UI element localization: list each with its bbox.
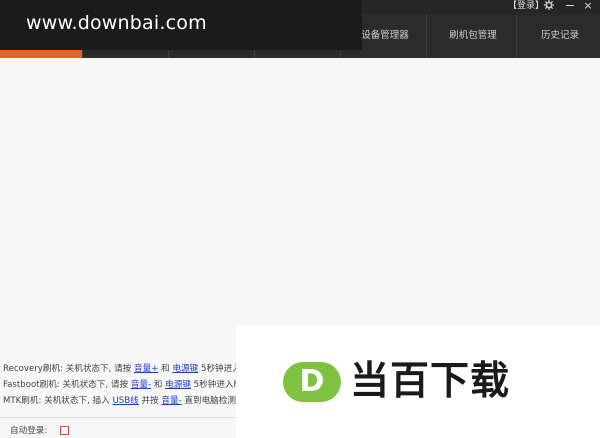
- instruction-text: 5秒钟进入: [198, 364, 241, 374]
- link-usb-cable[interactable]: USB线: [112, 396, 138, 406]
- link-power-key-2[interactable]: 电源键: [165, 380, 191, 390]
- watermark-banner: www.downbai.com: [0, 0, 362, 50]
- instruction-text: Recovery刷机: 关机状态下, 请按: [3, 364, 135, 374]
- link-volume-down-2[interactable]: 音量-: [161, 396, 181, 406]
- watermark-logo-letter: D: [299, 364, 325, 399]
- instruction-text: Fastboot刷机: 关机状态下, 请按: [3, 380, 131, 390]
- instruction-text: 5秒钟进入F: [190, 380, 239, 390]
- instruction-mtk: MTK刷机: 关机状态下, 插入 USB线 并按 音量- 直到电脑检测: [3, 395, 236, 407]
- link-volume-up[interactable]: 音量+: [134, 364, 158, 374]
- login-link[interactable]: 【登录】: [508, 1, 544, 12]
- nav-label-rom-manager: 刷机包管理: [449, 30, 497, 41]
- nav-label-history: 历史记录: [540, 30, 579, 41]
- link-volume-down[interactable]: 音量-: [131, 380, 151, 390]
- instruction-text: 直到电脑检测: [181, 396, 236, 406]
- gear-icon[interactable]: [543, 0, 555, 12]
- instruction-fastboot: Fastboot刷机: 关机状态下, 请按 音量- 和 电源键 5秒钟进入F: [3, 379, 238, 391]
- instruction-text: 和: [151, 380, 166, 390]
- close-icon[interactable]: ×: [582, 0, 594, 12]
- instruction-recovery: Recovery刷机: 关机状态下, 请按 音量+ 和 电源键 5秒钟进入: [3, 363, 241, 375]
- auto-login-checkbox[interactable]: [60, 426, 69, 435]
- link-power-key[interactable]: 电源键: [172, 364, 198, 374]
- watermark-text: www.downbai.com: [26, 12, 207, 34]
- instruction-text: 并按: [138, 396, 162, 406]
- instruction-text: 和: [158, 364, 173, 374]
- auto-login-label: 自动登录:: [10, 426, 48, 436]
- instruction-text: MTK刷机: 关机状态下, 插入: [3, 396, 113, 406]
- minimize-icon[interactable]: [566, 5, 574, 6]
- watermark-brand-text: 当百下载: [350, 359, 511, 404]
